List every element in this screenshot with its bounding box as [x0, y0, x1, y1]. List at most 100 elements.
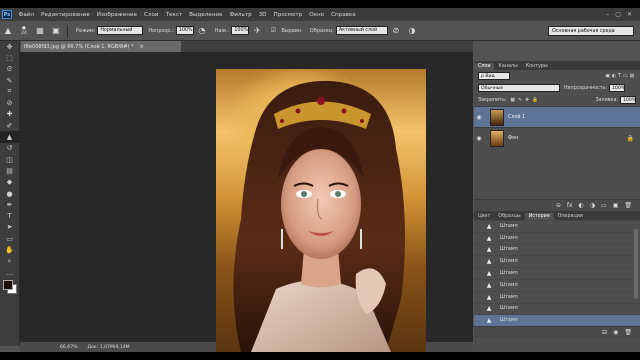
document-tab[interactable]: f8e008f93.jpg @ 66,7% (Слой 1, RGB/8#) *…	[21, 41, 181, 52]
adjustment-icon[interactable]: ◑	[590, 202, 595, 209]
close-tab-icon[interactable]: ×	[139, 44, 143, 50]
extra-tool-icon[interactable]: …	[0, 267, 19, 278]
menu-edit[interactable]: Редактирование	[37, 12, 93, 18]
eye-icon[interactable]: ◉	[474, 135, 484, 142]
mask-icon[interactable]: ◐	[579, 202, 584, 209]
menu-layers[interactable]: Слои	[141, 12, 163, 18]
tab-swatches[interactable]: Образцы	[494, 213, 524, 220]
dodge-tool-icon[interactable]: ●	[0, 188, 19, 199]
menu-window[interactable]: Окно	[306, 12, 328, 18]
menu-select[interactable]: Выделение	[186, 12, 226, 18]
shape-tool-icon[interactable]: ▭	[0, 233, 19, 244]
crop-tool-icon[interactable]: ⌗	[0, 86, 19, 97]
tab-color[interactable]: Цвет	[474, 213, 494, 220]
eraser-tool-icon[interactable]: ◫	[0, 154, 19, 165]
brush-tool-icon[interactable]: ✐	[0, 120, 19, 131]
ignore-adjustment-icon[interactable]: ⊘	[390, 25, 402, 37]
maximize-icon[interactable]: ▢	[615, 11, 621, 18]
history-brush-tool-icon[interactable]: ↺	[0, 143, 19, 154]
marquee-tool-icon[interactable]: ⬚	[0, 52, 19, 63]
blend-mode-select[interactable]: Обычные	[478, 84, 560, 92]
menu-3d[interactable]: 3D	[255, 12, 270, 18]
zoom-level[interactable]: 66,67%	[20, 345, 78, 350]
gradient-tool-icon[interactable]: ▤	[0, 165, 19, 176]
hand-tool-icon[interactable]: ✋	[0, 244, 19, 255]
quick-select-tool-icon[interactable]: ✎	[0, 75, 19, 86]
type-tool-icon[interactable]: T	[0, 210, 19, 221]
group-icon[interactable]: ▭	[601, 202, 607, 209]
airbrush-icon[interactable]: ✈	[251, 25, 263, 37]
close-icon[interactable]: ✕	[627, 11, 632, 18]
tab-actions[interactable]: Операции	[554, 213, 587, 220]
pressure-size-icon[interactable]: ◑	[406, 25, 418, 37]
color-swatches[interactable]	[0, 278, 19, 296]
document-info[interactable]: Док: 1,07M/4,14M	[78, 345, 130, 350]
pen-tool-icon[interactable]: ✒	[0, 199, 19, 210]
healing-tool-icon[interactable]: ✚	[0, 109, 19, 120]
layer-row-background[interactable]: ◉ Фон 🔒	[474, 127, 640, 148]
history-item[interactable]: ▲ Штамп	[474, 302, 640, 315]
lock-icons[interactable]: ▦✎✥🔒	[510, 98, 541, 103]
pressure-field[interactable]: 100%	[231, 26, 250, 35]
aligned-checkbox[interactable]: ☑	[267, 25, 279, 37]
history-item[interactable]: ▲ Штамп	[474, 278, 640, 291]
opacity-field[interactable]: 100%	[175, 26, 194, 35]
stamp-icon: ▲	[486, 246, 492, 254]
sample-select[interactable]: Активный слой	[335, 26, 388, 35]
layer-opacity-field[interactable]: 100%	[609, 84, 625, 92]
history-item[interactable]: ▲ Штамп	[474, 231, 640, 244]
history-item-label: Штамп	[500, 306, 518, 312]
history-item[interactable]: ▲ Штамп	[474, 290, 640, 303]
tab-paths[interactable]: Контуры	[522, 63, 552, 70]
path-select-tool-icon[interactable]: ➤	[0, 222, 19, 233]
new-layer-icon[interactable]: ▣	[613, 202, 619, 209]
photo-canvas[interactable]	[216, 69, 426, 352]
layer-filter-row: ρ Вид ▣◐T▭▤	[474, 70, 640, 82]
menu-view[interactable]: Просмотр	[270, 12, 306, 18]
layer-row-layer1[interactable]: ◉ Слой 1	[474, 106, 640, 127]
move-tool-icon[interactable]: ✥	[0, 41, 19, 52]
new-document-icon[interactable]: ⊟	[602, 329, 607, 336]
history-item[interactable]: ▲ Штамп	[474, 220, 640, 232]
stamp-tool-icon[interactable]: ▲	[2, 25, 14, 37]
menu-type[interactable]: Текст	[162, 12, 186, 18]
layer-thumbnail	[490, 108, 504, 126]
menu-file[interactable]: Файл	[15, 12, 37, 18]
layer-kind-filter[interactable]: ρ Вид	[478, 72, 510, 80]
menu-image[interactable]: Изображение	[93, 12, 140, 18]
history-item[interactable]: ▲ Штамп	[474, 314, 640, 327]
clone-source-icon[interactable]: ▣	[50, 25, 62, 37]
tab-layers[interactable]: Слои	[474, 63, 495, 70]
tab-channels[interactable]: Каналы	[494, 63, 521, 70]
history-item-label: Штамп	[500, 271, 518, 277]
eyedropper-tool-icon[interactable]: ⊘	[0, 97, 19, 108]
history-item[interactable]: ▲ Штамп	[474, 243, 640, 256]
trash-icon[interactable]: 🗑	[624, 329, 632, 336]
clone-stamp-tool-icon[interactable]: ▲	[0, 131, 19, 143]
history-item[interactable]: ▲ Штамп	[474, 267, 640, 279]
history-item[interactable]: ▲ Штамп	[474, 255, 640, 267]
tab-history[interactable]: История	[524, 213, 554, 220]
lasso-tool-icon[interactable]: ᘓ	[0, 64, 19, 75]
foreground-color-swatch[interactable]	[3, 280, 13, 291]
workspace-select[interactable]: Основная рабочая среда	[548, 26, 634, 36]
minimize-icon[interactable]: –	[606, 11, 609, 18]
link-layers-icon[interactable]: ⊖	[556, 202, 561, 209]
eye-icon[interactable]: ◉	[474, 114, 484, 121]
menu-filter[interactable]: Фильтр	[226, 12, 255, 18]
aligned-label: Выравн.	[281, 27, 303, 34]
history-scrollbar[interactable]	[634, 229, 638, 299]
fx-icon[interactable]: fx	[567, 202, 573, 209]
brush-preset-picker[interactable]: ● 24	[18, 25, 30, 37]
snapshot-icon[interactable]: ◉	[613, 329, 618, 336]
fill-field[interactable]: 100%	[620, 96, 636, 104]
opacity-label: Непрозр.:	[148, 27, 174, 34]
mode-select[interactable]: Нормальный	[97, 26, 144, 35]
filter-icons[interactable]: ▣◐T▭▤	[605, 74, 636, 79]
trash-icon[interactable]: 🗑	[624, 202, 632, 209]
blur-tool-icon[interactable]: ◆	[0, 177, 19, 188]
zoom-tool-icon[interactable]: ⌕	[0, 256, 19, 267]
pressure-opacity-icon[interactable]: ◔	[196, 25, 208, 37]
brush-panel-icon[interactable]: ▦	[34, 25, 46, 37]
menu-help[interactable]: Справка	[328, 12, 360, 18]
